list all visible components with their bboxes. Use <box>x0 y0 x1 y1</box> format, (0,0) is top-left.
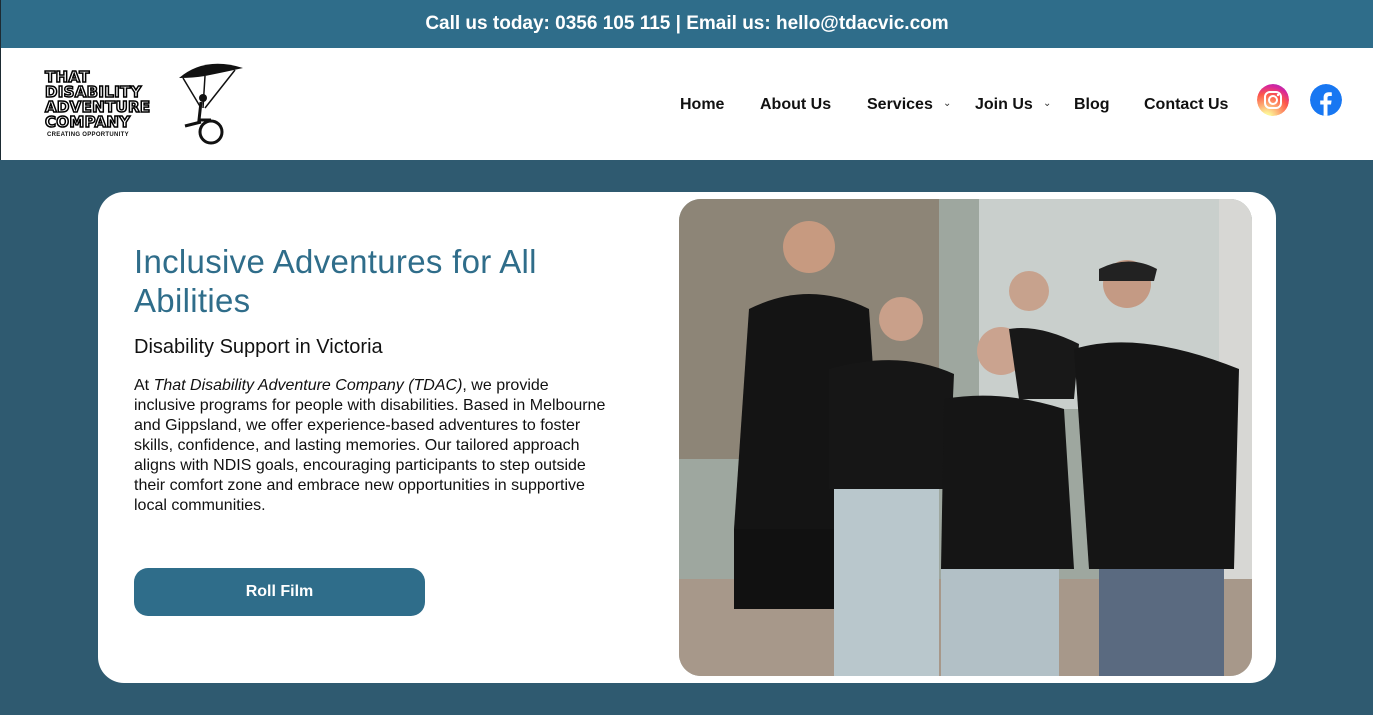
chevron-down-icon[interactable]: ⌄ <box>1043 98 1051 109</box>
nav-contact-us[interactable]: Contact Us <box>1144 96 1228 114</box>
hero-card: Inclusive Adventures for All Abilities D… <box>98 192 1276 683</box>
nav-services[interactable]: Services <box>867 96 933 114</box>
facebook-icon[interactable] <box>1310 84 1342 116</box>
company-logo[interactable]: THAT DISABILITY ADVENTURE COMPANY CREATI… <box>44 58 250 150</box>
hero-subtitle: Disability Support in Victoria <box>134 336 383 358</box>
team-photo <box>679 199 1252 676</box>
paraglider-wheelchair-icon <box>179 63 243 145</box>
nav-about-us[interactable]: About Us <box>760 96 831 114</box>
roll-film-button[interactable]: Roll Film <box>134 568 425 616</box>
logo-tagline: CREATING OPPORTUNITY <box>47 132 129 138</box>
hero-title: Inclusive Adventures for All Abilities <box>134 243 537 319</box>
nav-join-us[interactable]: Join Us <box>975 96 1033 114</box>
nav-home[interactable]: Home <box>680 96 724 114</box>
team-photo-illustration <box>679 199 1252 676</box>
top-contact-bar: Call us today: 0356 105 115 | Email us: … <box>0 0 1373 48</box>
hero-description: At That Disability Adventure Company (TD… <box>134 377 606 514</box>
contact-text: Call us today: 0356 105 115 | Email us: … <box>425 13 949 34</box>
nav-blog[interactable]: Blog <box>1074 96 1110 114</box>
chevron-down-icon[interactable]: ⌄ <box>943 98 951 109</box>
logo-wordmark: THAT DISABILITY ADVENTURE COMPANY <box>44 68 151 131</box>
site-header: THAT DISABILITY ADVENTURE COMPANY CREATI… <box>0 48 1373 160</box>
instagram-icon[interactable] <box>1257 84 1289 116</box>
